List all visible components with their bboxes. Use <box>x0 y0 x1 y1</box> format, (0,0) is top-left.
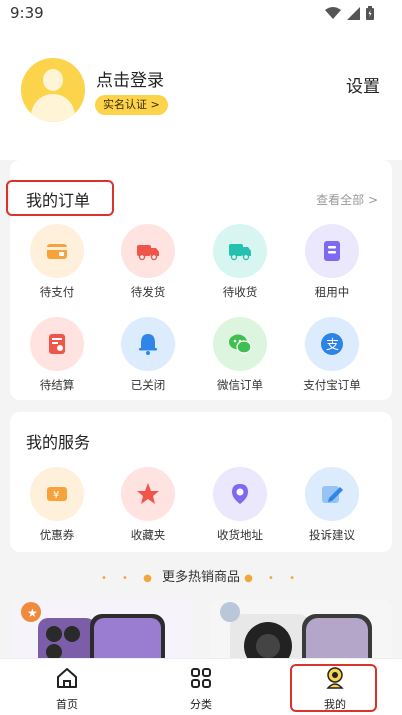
orders-title-highlight <box>6 180 114 216</box>
orders-item[interactable]: 租用中 <box>292 224 372 300</box>
status-time: 9:39 <box>10 4 44 22</box>
bell-icon <box>121 317 175 371</box>
tab-category-label: 分类 <box>190 698 212 711</box>
orders-item[interactable]: 待发货 <box>108 224 188 300</box>
services-item-label: 优惠券 <box>39 528 75 542</box>
wallet-icon <box>30 224 84 278</box>
bill-icon <box>30 317 84 371</box>
services-card: 我的服务 ¥ 优惠券 收藏夹 收货地址 投诉建议 <box>10 412 392 552</box>
more-hot-products-header: • • ● 更多热销商品 ● • • <box>0 566 402 585</box>
orders-item-label: 待支付 <box>39 285 75 299</box>
tab-home-label: 首页 <box>56 698 78 711</box>
delivery-truck-icon <box>213 224 267 278</box>
view-all-orders-link[interactable]: 查看全部 > <box>316 191 378 208</box>
truck-icon <box>121 224 175 278</box>
wifi-icon <box>325 6 341 19</box>
login-button[interactable]: 点击登录 <box>96 66 164 91</box>
orders-item[interactable]: 待结算 <box>17 317 97 393</box>
orders-item[interactable]: 已关闭 <box>108 317 188 393</box>
verify-badge[interactable]: 实名认证 > <box>95 95 168 115</box>
svg-text:★: ★ <box>27 606 38 620</box>
orders-item-label: 支付宝订单 <box>303 378 361 392</box>
orders-item-label: 租用中 <box>314 285 350 299</box>
services-item[interactable]: 投诉建议 <box>292 467 372 543</box>
orders-item[interactable]: 微信订单 <box>200 317 280 393</box>
orders-item[interactable]: 支支付宝订单 <box>292 317 372 393</box>
tab-category[interactable]: 分类 <box>134 659 268 715</box>
tab-home[interactable]: 首页 <box>0 659 134 715</box>
orders-item[interactable]: 待收货 <box>200 224 280 300</box>
orders-item-label: 待收货 <box>222 285 258 299</box>
alipay-icon: 支 <box>305 317 359 371</box>
signal-icon <box>347 6 360 20</box>
svg-text:支: 支 <box>326 338 339 353</box>
services-item-label: 投诉建议 <box>309 528 355 542</box>
battery-icon <box>366 6 374 20</box>
tab-profile-highlight <box>290 664 377 712</box>
svg-text:¥: ¥ <box>53 490 59 501</box>
document-icon <box>305 224 359 278</box>
more-hot-products-label: 更多热销商品 <box>161 570 240 585</box>
dots-left-decoration: • • ● <box>100 573 158 584</box>
services-item[interactable]: 收货地址 <box>200 467 280 543</box>
orders-item-label: 已关闭 <box>130 378 166 392</box>
status-icons <box>325 6 374 20</box>
edit-icon <box>305 467 359 521</box>
settings-button[interactable]: 设置 <box>346 72 380 97</box>
orders-item-label: 微信订单 <box>217 378 263 392</box>
services-title: 我的服务 <box>26 433 91 452</box>
services-item[interactable]: ¥ 优惠券 <box>17 467 97 543</box>
status-bar: 9:39 <box>0 0 402 28</box>
location-icon <box>213 467 267 521</box>
orders-item[interactable]: 待支付 <box>17 224 97 300</box>
orders-item-label: 待结算 <box>39 378 75 392</box>
services-item[interactable]: 收藏夹 <box>108 467 188 543</box>
wechat-icon <box>213 317 267 371</box>
star-icon <box>121 467 175 521</box>
category-icon <box>191 668 211 688</box>
services-item-label: 收货地址 <box>217 528 263 542</box>
home-icon <box>57 668 77 688</box>
avatar[interactable] <box>21 58 85 122</box>
services-item-label: 收藏夹 <box>130 528 166 542</box>
dots-right-decoration: ● • • <box>244 573 302 584</box>
coupon-icon: ¥ <box>30 467 84 521</box>
orders-item-label: 待发货 <box>130 285 166 299</box>
